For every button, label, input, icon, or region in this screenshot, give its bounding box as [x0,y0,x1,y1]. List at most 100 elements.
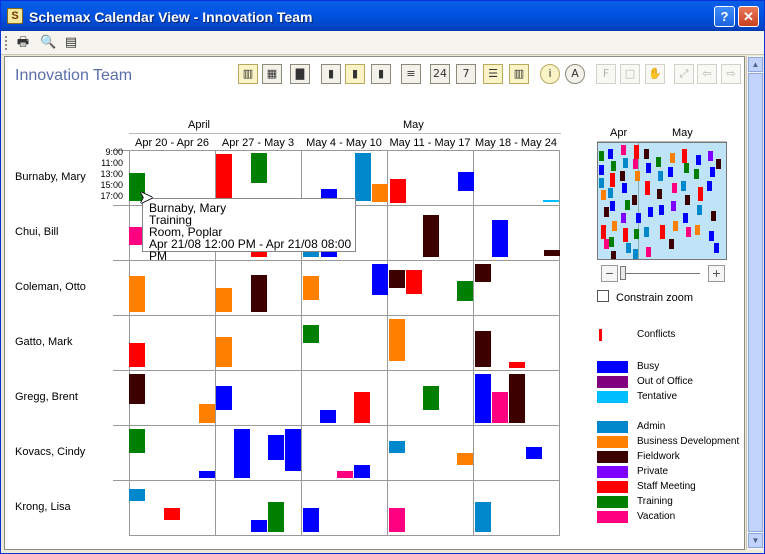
admin-event[interactable] [355,153,371,201]
vertical-scrollbar[interactable]: ▲ ▼ [746,56,763,550]
busy-event[interactable] [320,410,336,423]
view-colored-bars-2-button[interactable]: ▮ [371,64,391,84]
busy-event[interactable] [303,508,319,532]
overview-business-development-mark [670,153,675,163]
overview-month-divider [638,143,639,259]
vacation-event[interactable] [492,392,508,423]
zoom-in-button[interactable]: + [708,265,725,282]
info-button[interactable]: i [540,64,560,84]
fieldwork-event[interactable] [251,275,267,312]
busy-event[interactable] [492,220,508,257]
business-development-event[interactable] [372,184,388,202]
fieldwork-event[interactable] [389,270,405,288]
training-event[interactable] [129,429,145,453]
staff-meeting-event[interactable] [406,270,422,294]
staff-meeting-event[interactable] [129,343,145,367]
legend-swatch [597,496,628,508]
scroll-thumb[interactable] [748,73,763,532]
training-event[interactable] [251,153,267,183]
training-event[interactable] [268,502,284,532]
business-development-event[interactable] [389,319,405,361]
admin-event[interactable] [475,502,491,532]
vacation-event[interactable] [389,508,405,532]
font-button[interactable]: F [596,64,616,84]
training-event[interactable] [423,386,439,410]
business-development-event[interactable] [199,404,215,423]
fieldwork-event[interactable] [129,374,145,404]
admin-event[interactable] [389,441,405,453]
busy-event[interactable] [199,471,215,478]
busy-event[interactable] [285,429,301,471]
overview-busy-mark [608,149,613,159]
zoom-slider-track[interactable] [620,273,700,274]
staff-meeting-event[interactable] [164,508,180,520]
toolbar-grip[interactable] [5,36,8,50]
hand-button[interactable]: ✋ [645,64,665,84]
training-event[interactable] [457,281,473,301]
staff-meeting-event[interactable] [390,179,406,203]
busy-event[interactable] [251,520,267,532]
expand-button[interactable]: ⤢ [674,64,694,84]
view-columns-button[interactable]: ▦ [262,64,282,84]
week-label: Apr 20 - Apr 26 [135,137,209,149]
fieldwork-event[interactable] [423,215,439,257]
busy-event[interactable] [268,435,284,460]
zoom-out-button[interactable]: − [601,265,618,282]
day-7-button[interactable]: 7 [456,64,476,84]
view-bars-button[interactable]: ▇ [290,64,310,84]
layers-button[interactable]: ≡ [401,64,421,84]
training-event[interactable] [303,325,319,343]
vacation-event[interactable] [337,471,353,478]
busy-event[interactable] [216,386,232,410]
overview-busy-mark [683,213,688,223]
print-preview-icon[interactable]: 🔍 [40,35,56,51]
busy-event[interactable] [458,172,474,191]
staff-meeting-event[interactable] [216,154,232,198]
staff-meeting-event[interactable] [509,362,525,368]
export-icon[interactable]: ▤ [63,35,79,51]
constrain-zoom-label: Constrain zoom [616,292,694,304]
legend-label: Business Development [637,436,740,447]
scroll-down-button[interactable]: ▼ [748,533,763,548]
business-development-event[interactable] [457,453,473,465]
business-development-event[interactable] [216,337,232,367]
busy-event[interactable] [526,447,542,459]
overview-private-mark [621,213,626,223]
legend-label: Fieldwork [637,451,680,462]
day-24-button[interactable]: 24 [430,64,450,84]
staff-meeting-event[interactable] [354,392,370,423]
busy-event[interactable] [475,374,491,423]
zoom-slider-thumb[interactable] [620,266,626,280]
column-lines-button[interactable]: ▥ [509,64,529,84]
overview-busy-mark [648,207,653,217]
view-colored-bars-button[interactable]: ▮ [321,64,341,84]
legend-label: Conflicts [637,329,676,340]
row-lines-button[interactable]: ☰ [483,64,503,84]
constrain-zoom-checkbox[interactable] [597,290,609,302]
overview-map[interactable] [597,142,727,260]
business-development-event[interactable] [216,288,232,312]
busy-event[interactable] [372,264,388,295]
admin-event[interactable] [129,489,145,501]
help-button[interactable]: ? [714,6,735,27]
print-icon[interactable]: 🖶 [15,35,31,51]
a-button[interactable]: A [565,64,585,84]
fieldwork-event[interactable] [509,374,525,423]
back-button[interactable]: ⇦ [697,64,717,84]
fieldwork-event[interactable] [475,264,491,282]
business-development-event[interactable] [129,276,145,312]
busy-event[interactable] [234,429,250,478]
view-colored-bars-active-button[interactable]: ▮ [345,64,365,84]
busy-event[interactable] [354,465,370,478]
forward-button[interactable]: ⇨ [721,64,741,84]
fieldwork-event[interactable] [475,331,491,367]
close-button[interactable]: ✕ [738,6,759,27]
view-resource-button[interactable]: ▥ [238,64,258,84]
overview-vacation-mark [672,183,677,193]
tentative-event[interactable] [543,200,559,202]
overview-busy-mark [636,213,641,223]
business-development-event[interactable] [303,276,319,300]
select-button[interactable]: □ [620,64,640,84]
scroll-up-button[interactable]: ▲ [748,57,763,72]
fieldwork-event[interactable] [544,250,560,256]
